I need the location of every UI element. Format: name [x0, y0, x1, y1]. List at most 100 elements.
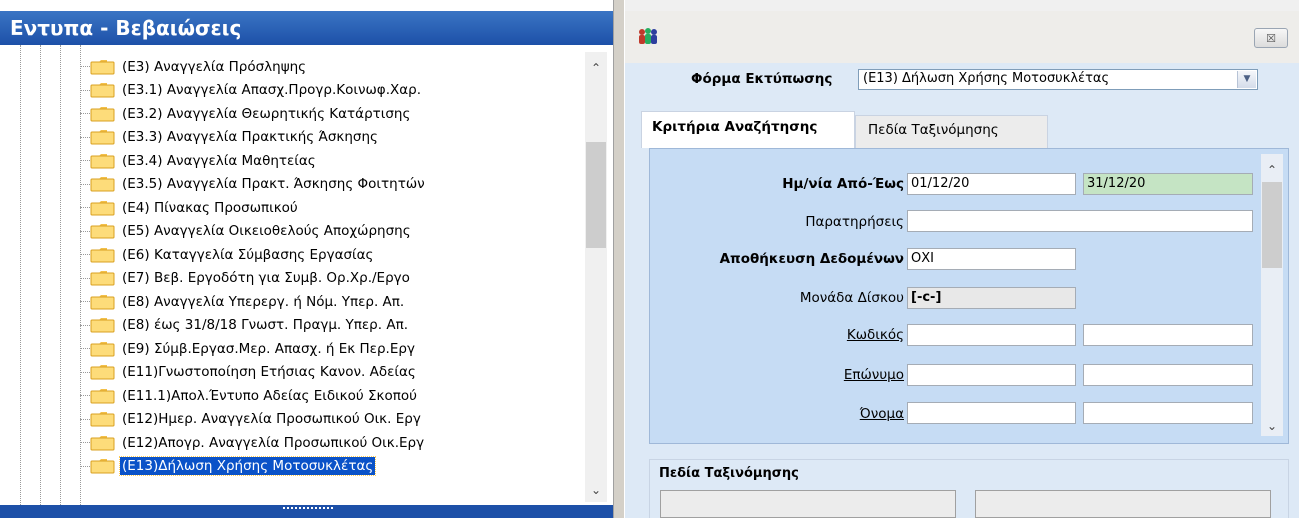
tree-scrollbar[interactable]: ⌃ ⌄: [585, 52, 607, 502]
folder-icon: [90, 459, 115, 474]
disk-unit-value: [-c-]: [907, 287, 1076, 309]
tree-item-label: (Ε7) Βεβ. Εργοδότη για Συμβ. Ορ.Χρ./Εργο: [122, 270, 410, 286]
folder-icon: [90, 365, 115, 380]
tree-item-label: (Ε3) Αναγγελία Πρόσληψης: [122, 58, 307, 75]
tree-item-label: (Ε5) Αναγγελία Οικειοθελούς Αποχώρησης: [122, 223, 411, 239]
tree-item[interactable]: (Ε4) Πίνακας Προσωπικού: [90, 196, 300, 219]
tree-item-label: (Ε12)Ημερ. Αναγγελία Προσωπικού Οικ. Εργ: [122, 411, 421, 427]
date-from-input[interactable]: 01/12/20: [907, 173, 1076, 195]
folder-icon: [90, 294, 115, 309]
tree-item[interactable]: (Ε3.1) Αναγγελία Απασχ.Προγρ.Κοινωφ.Χαρ.: [90, 79, 423, 102]
tree-item-label: (Ε13)Δήλωση Χρήσης Μοτοσυκλέτας: [118, 456, 377, 476]
scroll-thumb[interactable]: [586, 142, 606, 248]
print-form-select[interactable]: (Ε13) Δήλωση Χρήσης Μοτοσυκλέτας ▼: [858, 69, 1258, 90]
date-to-input[interactable]: 31/12/20: [1083, 173, 1253, 195]
tree-item[interactable]: (Ε12)Απογρ. Αναγγελία Προσωπικού Οικ.Εργ: [90, 431, 426, 454]
print-form-panel: ☒ Φόρμα Εκτύπωσης (Ε13) Δήλωση Χρήσης Μο…: [625, 0, 1299, 518]
folder-icon: [90, 177, 115, 192]
sort-field-box-1[interactable]: [660, 490, 956, 518]
grip-icon: [283, 507, 333, 515]
folder-icon: [90, 388, 115, 403]
folder-icon: [90, 271, 115, 286]
folder-icon: [90, 412, 115, 427]
code-from-input[interactable]: [907, 324, 1076, 346]
users-app-icon: [639, 28, 657, 44]
panel-splitter[interactable]: [0, 505, 613, 518]
folder-icon: [90, 247, 115, 262]
tree-item[interactable]: (Ε9) Σύμβ.Εργασ.Μερ. Απασχ. ή Εκ Περ.Εργ: [90, 337, 417, 360]
scroll-down-icon[interactable]: ⌄: [585, 480, 607, 500]
scroll-up-icon[interactable]: ⌃: [585, 58, 607, 78]
notes-input[interactable]: [907, 210, 1253, 232]
folder-icon: [90, 435, 115, 450]
tab-search-criteria[interactable]: Κριτήρια Αναζήτησης: [641, 111, 855, 148]
tree-item[interactable]: (Ε5) Αναγγελία Οικειοθελούς Αποχώρησης: [90, 220, 413, 243]
tree-item[interactable]: (Ε8) έως 31/8/18 Γνωστ. Πραγμ. Υπερ. Απ.: [90, 314, 410, 337]
tree-item[interactable]: (Ε13)Δήλωση Χρήσης Μοτοσυκλέτας: [90, 455, 377, 478]
tree-item-label: (Ε6) Καταγγελία Σύμβασης Εργασίας: [122, 246, 374, 263]
tree-item[interactable]: (Ε3.3) Αναγγελία Πρακτικής Άσκησης: [90, 126, 380, 149]
tree-item[interactable]: (Ε3.5) Αναγγελία Πρακτ. Άσκησης Φοιτητών: [90, 173, 427, 196]
folder-icon: [90, 83, 115, 98]
close-button[interactable]: ☒: [1254, 28, 1288, 48]
tree-item[interactable]: (Ε3.2) Αναγγελία Θεωρητικής Κατάρτισης: [90, 102, 412, 125]
folder-icon: [90, 318, 115, 333]
code-to-input[interactable]: [1083, 324, 1253, 346]
tree-item[interactable]: (Ε7) Βεβ. Εργοδότη για Συμβ. Ορ.Χρ./Εργο: [90, 267, 412, 290]
tree-item-label: (Ε3.4) Αναγγελία Μαθητείας: [122, 152, 316, 169]
name-from-input[interactable]: [907, 402, 1076, 424]
folder-icon: [90, 59, 115, 74]
tree-item-label: (Ε12)Απογρ. Αναγγελία Προσωπικού Οικ.Εργ: [122, 434, 425, 451]
surname-to-input[interactable]: [1083, 364, 1253, 386]
tree-item[interactable]: (Ε12)Ημερ. Αναγγελία Προσωπικού Οικ. Εργ: [90, 408, 423, 431]
tree-item[interactable]: (Ε3.4) Αναγγελία Μαθητείας: [90, 149, 318, 172]
name-to-input[interactable]: [1083, 402, 1253, 424]
save-data-label: Αποθήκευση Δεδομένων: [719, 251, 904, 267]
tree-item[interactable]: (Ε8) Αναγγελία Υπερεργ. ή Νόμ. Υπερ. Απ.: [90, 290, 406, 313]
tree-item-label: (Ε11)Γνωστοποίηση Ετήσιας Κανον. Αδείας: [122, 364, 416, 380]
scroll-thumb[interactable]: [1262, 182, 1282, 268]
surname-from-input[interactable]: [907, 364, 1076, 386]
notes-label: Παρατηρήσεις: [805, 214, 904, 230]
tree-item[interactable]: (Ε6) Καταγγελία Σύμβασης Εργασίας: [90, 243, 375, 266]
folder-icon: [90, 224, 115, 239]
sort-fields-label: Πεδία Ταξινόμησης: [659, 466, 799, 481]
scroll-up-icon[interactable]: ⌃: [1261, 160, 1283, 180]
tree-item[interactable]: (Ε11)Γνωστοποίηση Ετήσιας Κανον. Αδείας: [90, 361, 418, 384]
folder-icon: [90, 106, 115, 121]
code-link[interactable]: Κωδικός: [758, 327, 904, 343]
surname-link[interactable]: Επώνυμο: [758, 367, 904, 383]
forms-tree: (Ε3) Αναγγελία Πρόσληψης (Ε3.1) Αναγγελία…: [0, 45, 585, 505]
chevron-down-icon[interactable]: ▼: [1237, 71, 1256, 88]
folder-icon: [90, 200, 115, 215]
name-link[interactable]: Όνομα: [758, 406, 904, 422]
save-data-select[interactable]: ΟΧΙ: [907, 248, 1076, 270]
tree-item-label: (Ε3.5) Αναγγελία Πρακτ. Άσκησης Φοιτητών: [122, 176, 425, 192]
tree-item-label: (Ε8) Αναγγελία Υπερεργ. ή Νόμ. Υπερ. Απ.: [122, 293, 405, 310]
tree-item-label: (Ε3.1) Αναγγελία Απασχ.Προγρ.Κοινωφ.Χαρ.: [122, 82, 421, 98]
tree-guide-line: [20, 45, 21, 505]
criteria-scrollbar[interactable]: ⌃ ⌄: [1261, 154, 1283, 436]
tree-item-label: (Ε11.1)Απολ.Έντυπο Αδείας Ειδικού Σκοπού: [122, 387, 417, 404]
tree-item-label: (Ε3.2) Αναγγελία Θεωρητικής Κατάρτισης: [122, 105, 411, 122]
tree-item-label: (Ε3.3) Αναγγελία Πρακτικής Άσκησης: [122, 129, 378, 145]
tree-guide-line: [80, 45, 81, 505]
vertical-splitter[interactable]: [613, 0, 625, 518]
tree-item[interactable]: (Ε11.1)Απολ.Έντυπο Αδείας Ειδικού Σκοπού: [90, 384, 419, 407]
print-form-label: Φόρμα Εκτύπωσης: [691, 71, 833, 87]
disk-unit-label: Μονάδα Δίσκου: [799, 290, 904, 306]
sort-field-box-2[interactable]: [975, 490, 1271, 518]
print-form-value: (Ε13) Δήλωση Χρήσης Μοτοσυκλέτας: [863, 71, 1110, 86]
folder-icon: [90, 153, 115, 168]
tree-item-label: (Ε8) έως 31/8/18 Γνωστ. Πραγμ. Υπερ. Απ.: [122, 317, 408, 333]
tree-item-label: (Ε4) Πίνακας Προσωπικού: [122, 199, 298, 216]
form-header: [625, 11, 1299, 63]
forms-tree-panel: Εντυπα - Βεβαιώσεις (Ε3) Αναγγελία Πρόσλ…: [0, 0, 613, 518]
folder-icon: [90, 341, 115, 356]
forms-panel-title: Εντυπα - Βεβαιώσεις: [0, 11, 613, 45]
tree-item[interactable]: (Ε3) Αναγγελία Πρόσληψης: [90, 55, 308, 78]
scroll-down-icon[interactable]: ⌄: [1261, 416, 1283, 436]
tab-sort-fields[interactable]: Πεδία Ταξινόμησης: [855, 115, 1048, 148]
folder-icon: [90, 130, 115, 145]
tree-guide-line: [40, 45, 41, 505]
